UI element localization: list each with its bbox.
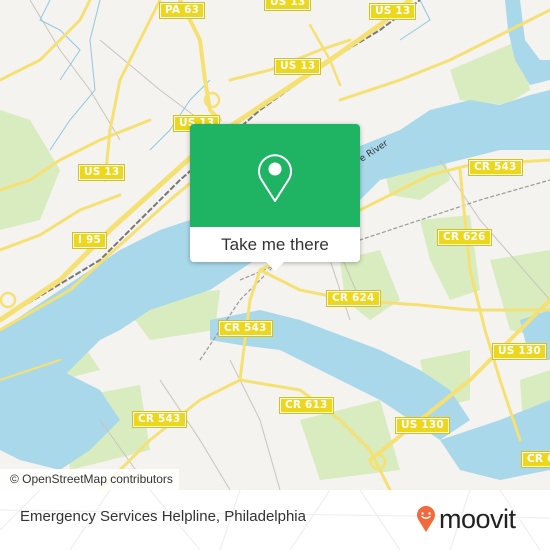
road-shield-us13: US 13 (263, 0, 312, 11)
road-shield-pa63: PA 63 (158, 2, 206, 19)
road-shield-cr6: CR 6 (521, 451, 550, 468)
road-shield-cr543: CR 543 (132, 411, 187, 428)
road-shield-us13: US 13 (77, 164, 126, 181)
map-attribution[interactable]: © OpenStreetMap contributors (0, 469, 179, 490)
place-name: Emergency Services Helpline, Philadelphi… (20, 508, 306, 525)
road-shield-us130: US 130 (492, 343, 547, 360)
popup-header (190, 124, 360, 227)
brand-name: moovit (439, 503, 516, 534)
road-shield-cr543: CR 543 (468, 159, 523, 176)
take-me-there-button[interactable]: Take me there (190, 227, 360, 262)
map-canvas[interactable]: PA 63 US 13 US 13 US 13 US 13 US 13 I 95… (0, 0, 550, 490)
road-shield-i95: I 95 (72, 232, 107, 249)
road-shield-cr624: CR 624 (326, 290, 381, 307)
location-pin-icon (258, 154, 292, 202)
road-shield-us13: US 13 (273, 58, 322, 75)
footer: Emergency Services Helpline, Philadelphi… (0, 490, 550, 550)
road-shield-cr543: CR 543 (218, 320, 273, 337)
location-popup: Take me there (190, 124, 360, 271)
moovit-logo[interactable]: moovit (416, 502, 516, 536)
road-shield-cr626: CR 626 (437, 229, 492, 246)
moovit-smiley-pin-icon (417, 506, 435, 532)
road-shield-cr613: CR 613 (279, 397, 334, 414)
popup-pointer (266, 262, 284, 271)
road-shield-us13: US 13 (368, 3, 417, 20)
road-shield-us130: US 130 (395, 417, 450, 434)
